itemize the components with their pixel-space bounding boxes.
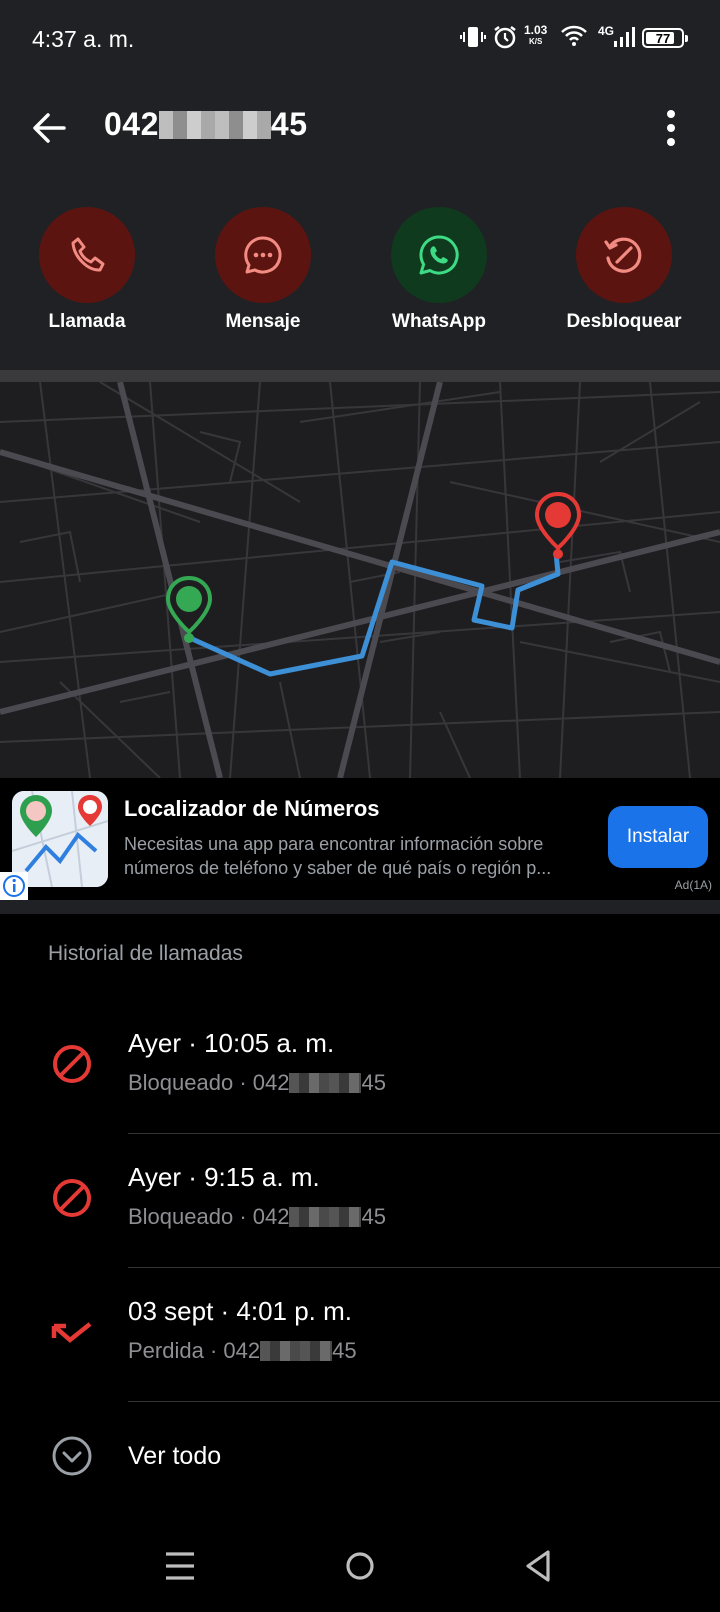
redacted-digits <box>289 1073 362 1093</box>
divider <box>128 1401 720 1402</box>
missed-call-icon <box>51 1322 92 1343</box>
recent-apps-icon[interactable] <box>156 1542 204 1590</box>
status-time: 4:37 a. m. <box>32 26 135 52</box>
blocked-icon <box>53 1179 91 1217</box>
call-button[interactable]: Llamada <box>12 207 162 333</box>
network-speed: 1.03 K/S <box>524 23 548 46</box>
message-button[interactable]: Mensaje <box>188 207 338 333</box>
signal-icon <box>614 27 635 47</box>
see-all-button[interactable]: Ver todo <box>0 1420 720 1492</box>
contact-phone-number: 042 45 <box>104 106 308 142</box>
back-icon[interactable] <box>514 1542 562 1590</box>
destination-pin-icon <box>534 492 582 559</box>
wifi-icon <box>561 25 587 46</box>
section-divider <box>0 370 720 382</box>
call-time: Ayer · 9:15 a. m. <box>128 1162 320 1192</box>
origin-pin-icon <box>165 576 213 643</box>
home-icon[interactable] <box>336 1542 384 1590</box>
more-options-icon[interactable] <box>658 108 684 148</box>
section-divider <box>0 900 720 914</box>
call-history-title: Historial de llamadas <box>48 942 243 965</box>
system-navigation-bar <box>0 1520 720 1612</box>
whatsapp-icon <box>419 235 459 275</box>
call-log-item[interactable]: Ayer · 9:15 a. m. Bloqueado · 042 45 <box>0 1134 720 1268</box>
ad-banner[interactable]: Localizador de Números Necesitas una app… <box>0 778 720 900</box>
redacted-digits <box>289 1207 362 1227</box>
install-button[interactable]: Instalar <box>608 806 708 868</box>
message-button-circle[interactable] <box>215 207 311 303</box>
vibrate-icon <box>460 27 486 47</box>
ad-info-icon[interactable] <box>0 872 28 900</box>
message-icon <box>244 236 282 274</box>
alarm-icon <box>494 26 516 49</box>
battery-icon: 77 <box>642 28 688 48</box>
message-button-label: Mensaje <box>225 311 301 332</box>
unblock-button-circle[interactable] <box>576 207 672 303</box>
ad-description: Necesitas una app para encontrar informa… <box>124 834 552 878</box>
chevron-down-icon <box>52 1436 92 1476</box>
call-time: 03 sept · 4:01 p. m. <box>128 1296 353 1326</box>
whatsapp-button-circle[interactable] <box>391 207 487 303</box>
call-details: Perdida · 042 45 <box>128 1338 357 1363</box>
call-details: Bloqueado · 042 45 <box>128 1070 386 1095</box>
back-arrow-icon[interactable] <box>28 106 72 150</box>
ad-title[interactable]: Localizador de Números <box>124 796 380 822</box>
call-log-item[interactable]: Ayer · 10:05 a. m. Bloqueado · 042 45 <box>0 1000 720 1134</box>
phone-icon <box>71 237 105 272</box>
location-map <box>0 382 720 778</box>
battery-level: 77 <box>655 30 671 46</box>
call-button-label: Llamada <box>48 311 126 332</box>
call-details: Bloqueado · 042 45 <box>128 1204 386 1229</box>
redacted-digits <box>260 1341 333 1361</box>
blocked-icon <box>53 1045 91 1083</box>
ad-badge: Ad(1A) <box>674 878 712 892</box>
redacted-digits <box>158 111 271 139</box>
call-button-circle[interactable] <box>39 207 135 303</box>
unblock-button[interactable]: Desbloquear <box>549 207 699 333</box>
unblock-icon <box>604 237 642 273</box>
see-all-label: Ver todo <box>128 1442 222 1470</box>
whatsapp-button[interactable]: WhatsApp <box>364 207 514 333</box>
unblock-button-label: Desbloquear <box>566 311 682 332</box>
map-graphic <box>0 382 720 778</box>
call-log-item[interactable]: 03 sept · 4:01 p. m. Perdida · 042 45 <box>0 1268 720 1402</box>
contact-header: 4:37 a. m. 1.03 K/S 4G 77 042 45 Llamada… <box>0 0 720 370</box>
call-time: Ayer · 10:05 a. m. <box>128 1028 335 1058</box>
whatsapp-button-label: WhatsApp <box>392 311 486 332</box>
